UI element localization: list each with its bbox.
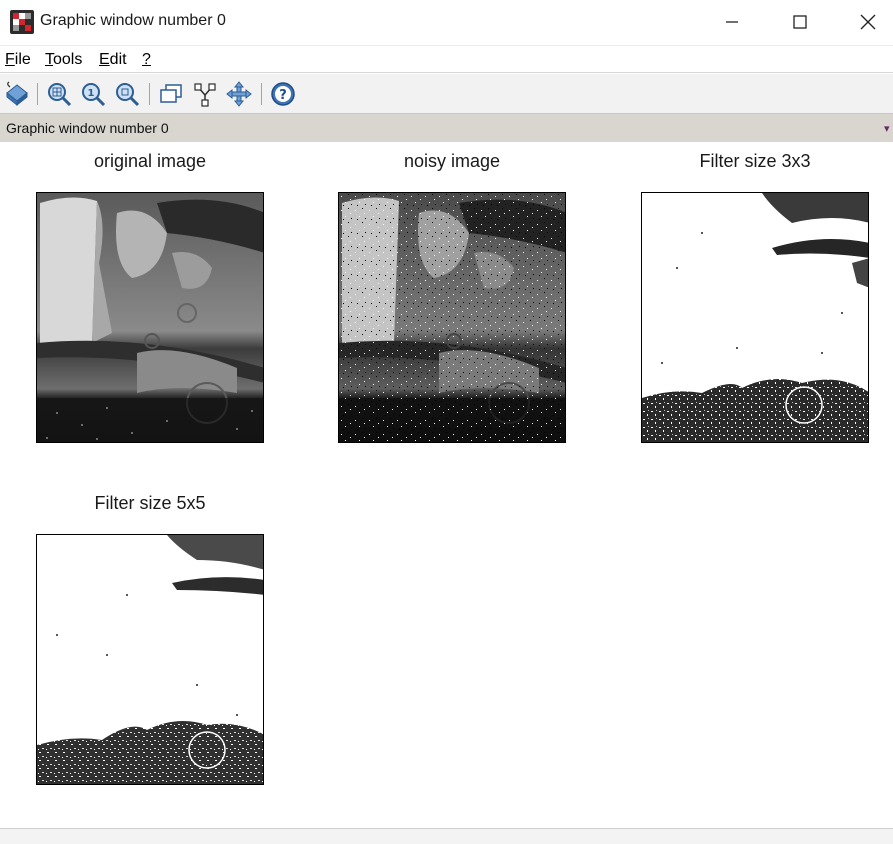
help-icon: ? [271,82,295,106]
maximize-icon [793,15,807,29]
close-button[interactable] [838,0,893,45]
datatip-button[interactable] [192,81,218,107]
menu-edit-mnemonic: E [99,51,110,68]
2d-3d-rotate-icon [6,81,28,107]
plot-title-filter-3x3: Filter size 3x3 [699,151,811,171]
menu-file-label: ile [14,51,31,68]
menu-tools[interactable]: Tools [45,51,82,69]
menu-help-mnemonic: ? [142,51,151,68]
zoom-original-button[interactable]: 1 [80,81,106,107]
new-window-icon [160,84,182,103]
rotate-button[interactable] [4,81,30,107]
menu-help[interactable]: ? [142,51,151,69]
menu-edit[interactable]: Edit [99,51,127,69]
menu-file-mnemonic: F [5,51,15,68]
scilab-app-icon [10,10,34,34]
zoom-in-button[interactable] [46,81,72,107]
zoom-out-button[interactable] [114,81,140,107]
toolbar-separator [37,83,38,105]
figure-info-bar: Graphic window number 0 ▾ [0,114,893,142]
help-button[interactable]: ? [270,81,296,107]
menu-bar: File Tools Edit ? [0,45,893,73]
original-image [36,192,264,443]
plot-title-filter-5x5: Filter size 5x5 [94,493,206,513]
menu-edit-label: dit [109,51,127,68]
maximize-button[interactable] [770,0,830,45]
menu-tools-label: ools [53,51,83,68]
svg-text:?: ? [279,88,287,103]
window-title: Graphic window number 0 [40,12,226,29]
title-bar: Graphic window number 0 [0,0,893,45]
filter-5x5-image [36,534,264,785]
pan-icon [226,81,252,107]
toolbar: 1 ? [0,74,893,114]
close-icon [860,14,876,30]
plot-title-noisy: noisy image [403,151,501,171]
toolbar-separator [149,83,150,105]
minimize-button[interactable] [702,0,762,45]
noisy-image [338,192,566,443]
graphic-canvas[interactable]: original image noisy image Filter size 3… [0,142,893,828]
toolbar-separator [261,83,262,105]
pan-button[interactable] [226,81,252,107]
overflow-indicator-icon: ▾ [884,123,890,135]
zoom-original-icon: 1 [82,83,106,107]
menu-file[interactable]: File [5,51,31,69]
new-window-button[interactable] [158,81,184,107]
plot-title-original: original image [93,151,207,171]
figure-info-label: Graphic window number 0 [6,120,169,136]
menu-tools-mnemonic: T [45,51,53,68]
minimize-icon [726,21,738,23]
zoom-in-icon [48,83,72,107]
svg-text:1: 1 [88,88,95,99]
datatip-icon [194,83,216,107]
filter-3x3-image [641,192,869,443]
bottom-status-bar [0,828,893,844]
zoom-out-icon [116,83,140,107]
